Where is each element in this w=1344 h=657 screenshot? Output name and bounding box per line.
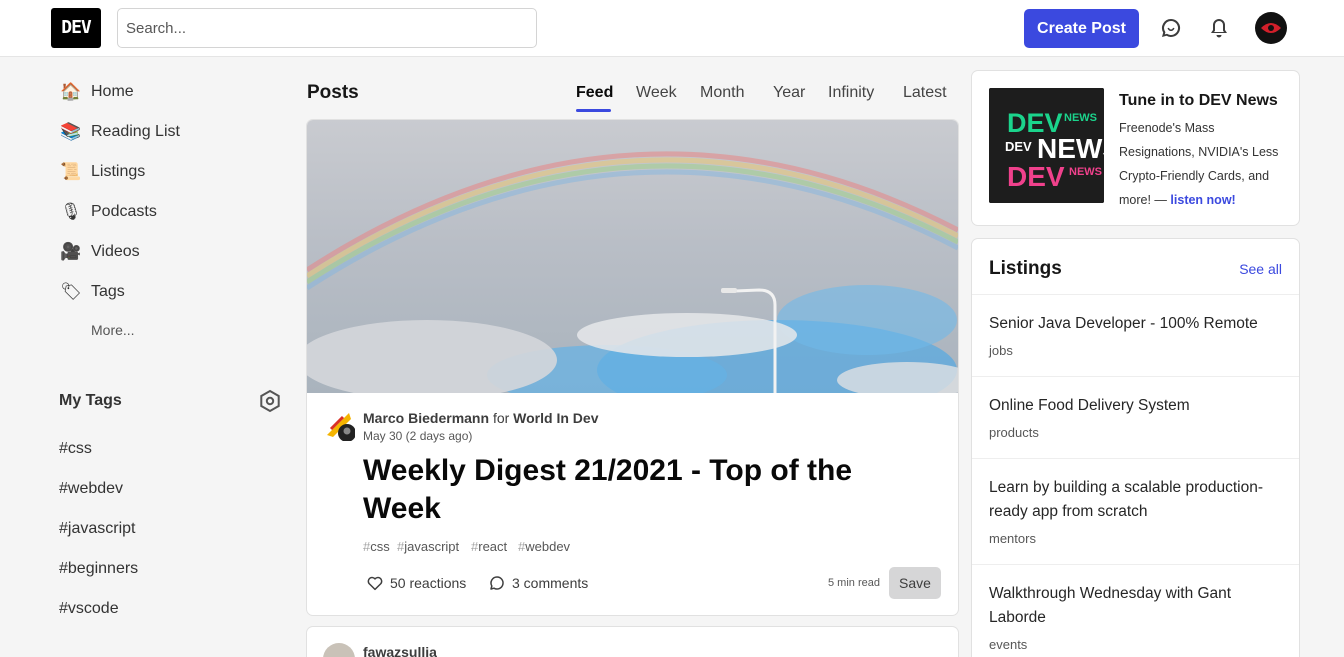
- listing-item[interactable]: Walkthrough Wednesday with Gant Laborde …: [972, 564, 1299, 657]
- user-avatar[interactable]: [1255, 12, 1287, 44]
- news-logo-text: DEV: [1005, 139, 1032, 154]
- sidebar-item-podcasts[interactable]: 🎙 Podcasts: [59, 196, 157, 228]
- post-tag-label: webdev: [525, 539, 571, 554]
- listen-now-link[interactable]: listen now!: [1170, 193, 1235, 207]
- news-logo-text: NEWS: [1064, 112, 1097, 124]
- my-tag-link[interactable]: #webdev: [59, 480, 123, 498]
- listing-title[interactable]: Learn by building a scalable production-…: [989, 476, 1279, 524]
- microphone-icon: 🎙: [60, 202, 82, 221]
- post-tag[interactable]: #javascript: [397, 539, 459, 554]
- more-link[interactable]: More...: [91, 322, 135, 338]
- listing-category: events: [989, 637, 1028, 652]
- chat-icon[interactable]: [1157, 14, 1185, 42]
- top-header: DEV Create Post: [0, 0, 1344, 57]
- post-org[interactable]: World In Dev: [513, 410, 598, 426]
- listings-heading: Listings: [989, 258, 1062, 279]
- post-tag-label: javascript: [404, 539, 460, 554]
- active-tab-indicator: [576, 109, 611, 112]
- search-input[interactable]: [117, 8, 537, 48]
- post-title[interactable]: Weekly Digest 21/2021 - Top of the Week: [363, 452, 923, 528]
- create-post-button[interactable]: Create Post: [1024, 9, 1139, 48]
- listing-item[interactable]: Online Food Delivery System products: [972, 376, 1299, 458]
- comments-count: 3 comments: [512, 575, 589, 591]
- scroll-icon: 📜: [60, 162, 82, 181]
- my-tag-link[interactable]: #beginners: [59, 560, 138, 578]
- my-tags-heading: My Tags: [59, 392, 122, 409]
- tab-feed[interactable]: Feed: [576, 84, 613, 102]
- post-author-line: Marco Biedermann for World In Dev: [363, 410, 598, 426]
- news-description: Freenode's Mass Resignations, NVIDIA's L…: [1119, 116, 1284, 212]
- author-avatar[interactable]: [323, 643, 355, 657]
- post-tag[interactable]: #react: [471, 539, 507, 554]
- listings-widget: Listings See all Senior Java Developer -…: [972, 239, 1299, 657]
- listing-title[interactable]: Online Food Delivery System: [989, 394, 1279, 418]
- listing-item[interactable]: Learn by building a scalable production-…: [972, 458, 1299, 564]
- tab-infinity[interactable]: Infinity: [828, 84, 874, 102]
- post-for-text: for: [492, 410, 510, 426]
- save-button[interactable]: Save: [889, 567, 941, 599]
- post-card[interactable]: Marco Biedermann for World In Dev May 30…: [307, 120, 958, 615]
- news-logo-text: NEWS: [1069, 166, 1102, 178]
- listing-title[interactable]: Walkthrough Wednesday with Gant Laborde: [989, 582, 1279, 630]
- tab-week[interactable]: Week: [636, 84, 677, 102]
- listing-category: mentors: [989, 531, 1036, 546]
- see-all-link[interactable]: See all: [1239, 261, 1282, 277]
- sidebar-item-tags[interactable]: 🏷 Tags: [59, 276, 125, 308]
- sidebar-item-label: Listings: [91, 163, 146, 180]
- org-avatar[interactable]: [323, 409, 355, 441]
- tab-month[interactable]: Month: [700, 84, 744, 102]
- sidebar-item-label: Tags: [91, 283, 125, 300]
- house-icon: 🏠: [60, 82, 82, 101]
- gear-icon[interactable]: [258, 389, 282, 413]
- sidebar-item-videos[interactable]: 🎥 Videos: [59, 236, 140, 268]
- news-logo-text: NEWS: [1037, 133, 1104, 164]
- sidebar-item-reading-list[interactable]: 📚 Reading List: [59, 116, 180, 148]
- dev-news-logo[interactable]: DEV NEWS DEV NEWS DEV NEWS: [989, 88, 1104, 203]
- heart-icon: [367, 576, 383, 591]
- post-tag[interactable]: #css: [363, 539, 390, 554]
- reactions-count: 50 reactions: [390, 575, 467, 591]
- post-date[interactable]: May 30 (2 days ago): [363, 429, 472, 443]
- listing-category: jobs: [989, 343, 1013, 358]
- post-tag-label: react: [478, 539, 508, 554]
- tag-icon: 🏷: [60, 282, 82, 301]
- reading-list-icon: 📚: [60, 122, 82, 141]
- sidebar-item-label: Podcasts: [91, 203, 157, 220]
- post-author[interactable]: Marco Biedermann: [363, 410, 489, 426]
- posts-heading: Posts: [307, 82, 359, 103]
- news-logo-text: DEV: [1007, 161, 1065, 192]
- sidebar-item-label: Home: [91, 83, 134, 100]
- reactions-button[interactable]: 50 reactions: [366, 573, 466, 593]
- dev-logo[interactable]: DEV: [51, 8, 101, 48]
- news-title[interactable]: Tune in to DEV News: [1119, 92, 1278, 110]
- post-card[interactable]: fawazsullia: [307, 627, 958, 657]
- tab-year[interactable]: Year: [773, 84, 805, 102]
- my-tag-link[interactable]: #css: [59, 440, 92, 458]
- read-time: 5 min read: [828, 577, 880, 589]
- sidebar-item-label: Videos: [91, 243, 140, 260]
- listing-title[interactable]: Senior Java Developer - 100% Remote: [989, 312, 1279, 336]
- bell-icon[interactable]: [1205, 14, 1233, 42]
- listing-category: products: [989, 425, 1039, 440]
- sidebar-item-label: Reading List: [91, 123, 180, 140]
- dev-news-widget: DEV NEWS DEV NEWS DEV NEWS Tune in to DE…: [972, 71, 1299, 225]
- post-author[interactable]: fawazsullia: [363, 644, 437, 657]
- post-tag[interactable]: #webdev: [518, 539, 570, 554]
- tab-latest[interactable]: Latest: [903, 84, 947, 102]
- my-tag-link[interactable]: #vscode: [59, 600, 119, 618]
- sidebar-item-listings[interactable]: 📜 Listings: [59, 156, 145, 188]
- camera-icon: 🎥: [60, 242, 82, 261]
- comments-button[interactable]: 3 comments: [488, 573, 588, 593]
- listing-item[interactable]: Senior Java Developer - 100% Remote jobs: [972, 294, 1299, 376]
- my-tag-link[interactable]: #javascript: [59, 520, 135, 538]
- post-cover-image[interactable]: [307, 120, 958, 393]
- post-tag-label: css: [370, 539, 390, 554]
- comment-icon: [490, 576, 504, 590]
- sidebar-item-home[interactable]: 🏠 Home: [59, 76, 134, 108]
